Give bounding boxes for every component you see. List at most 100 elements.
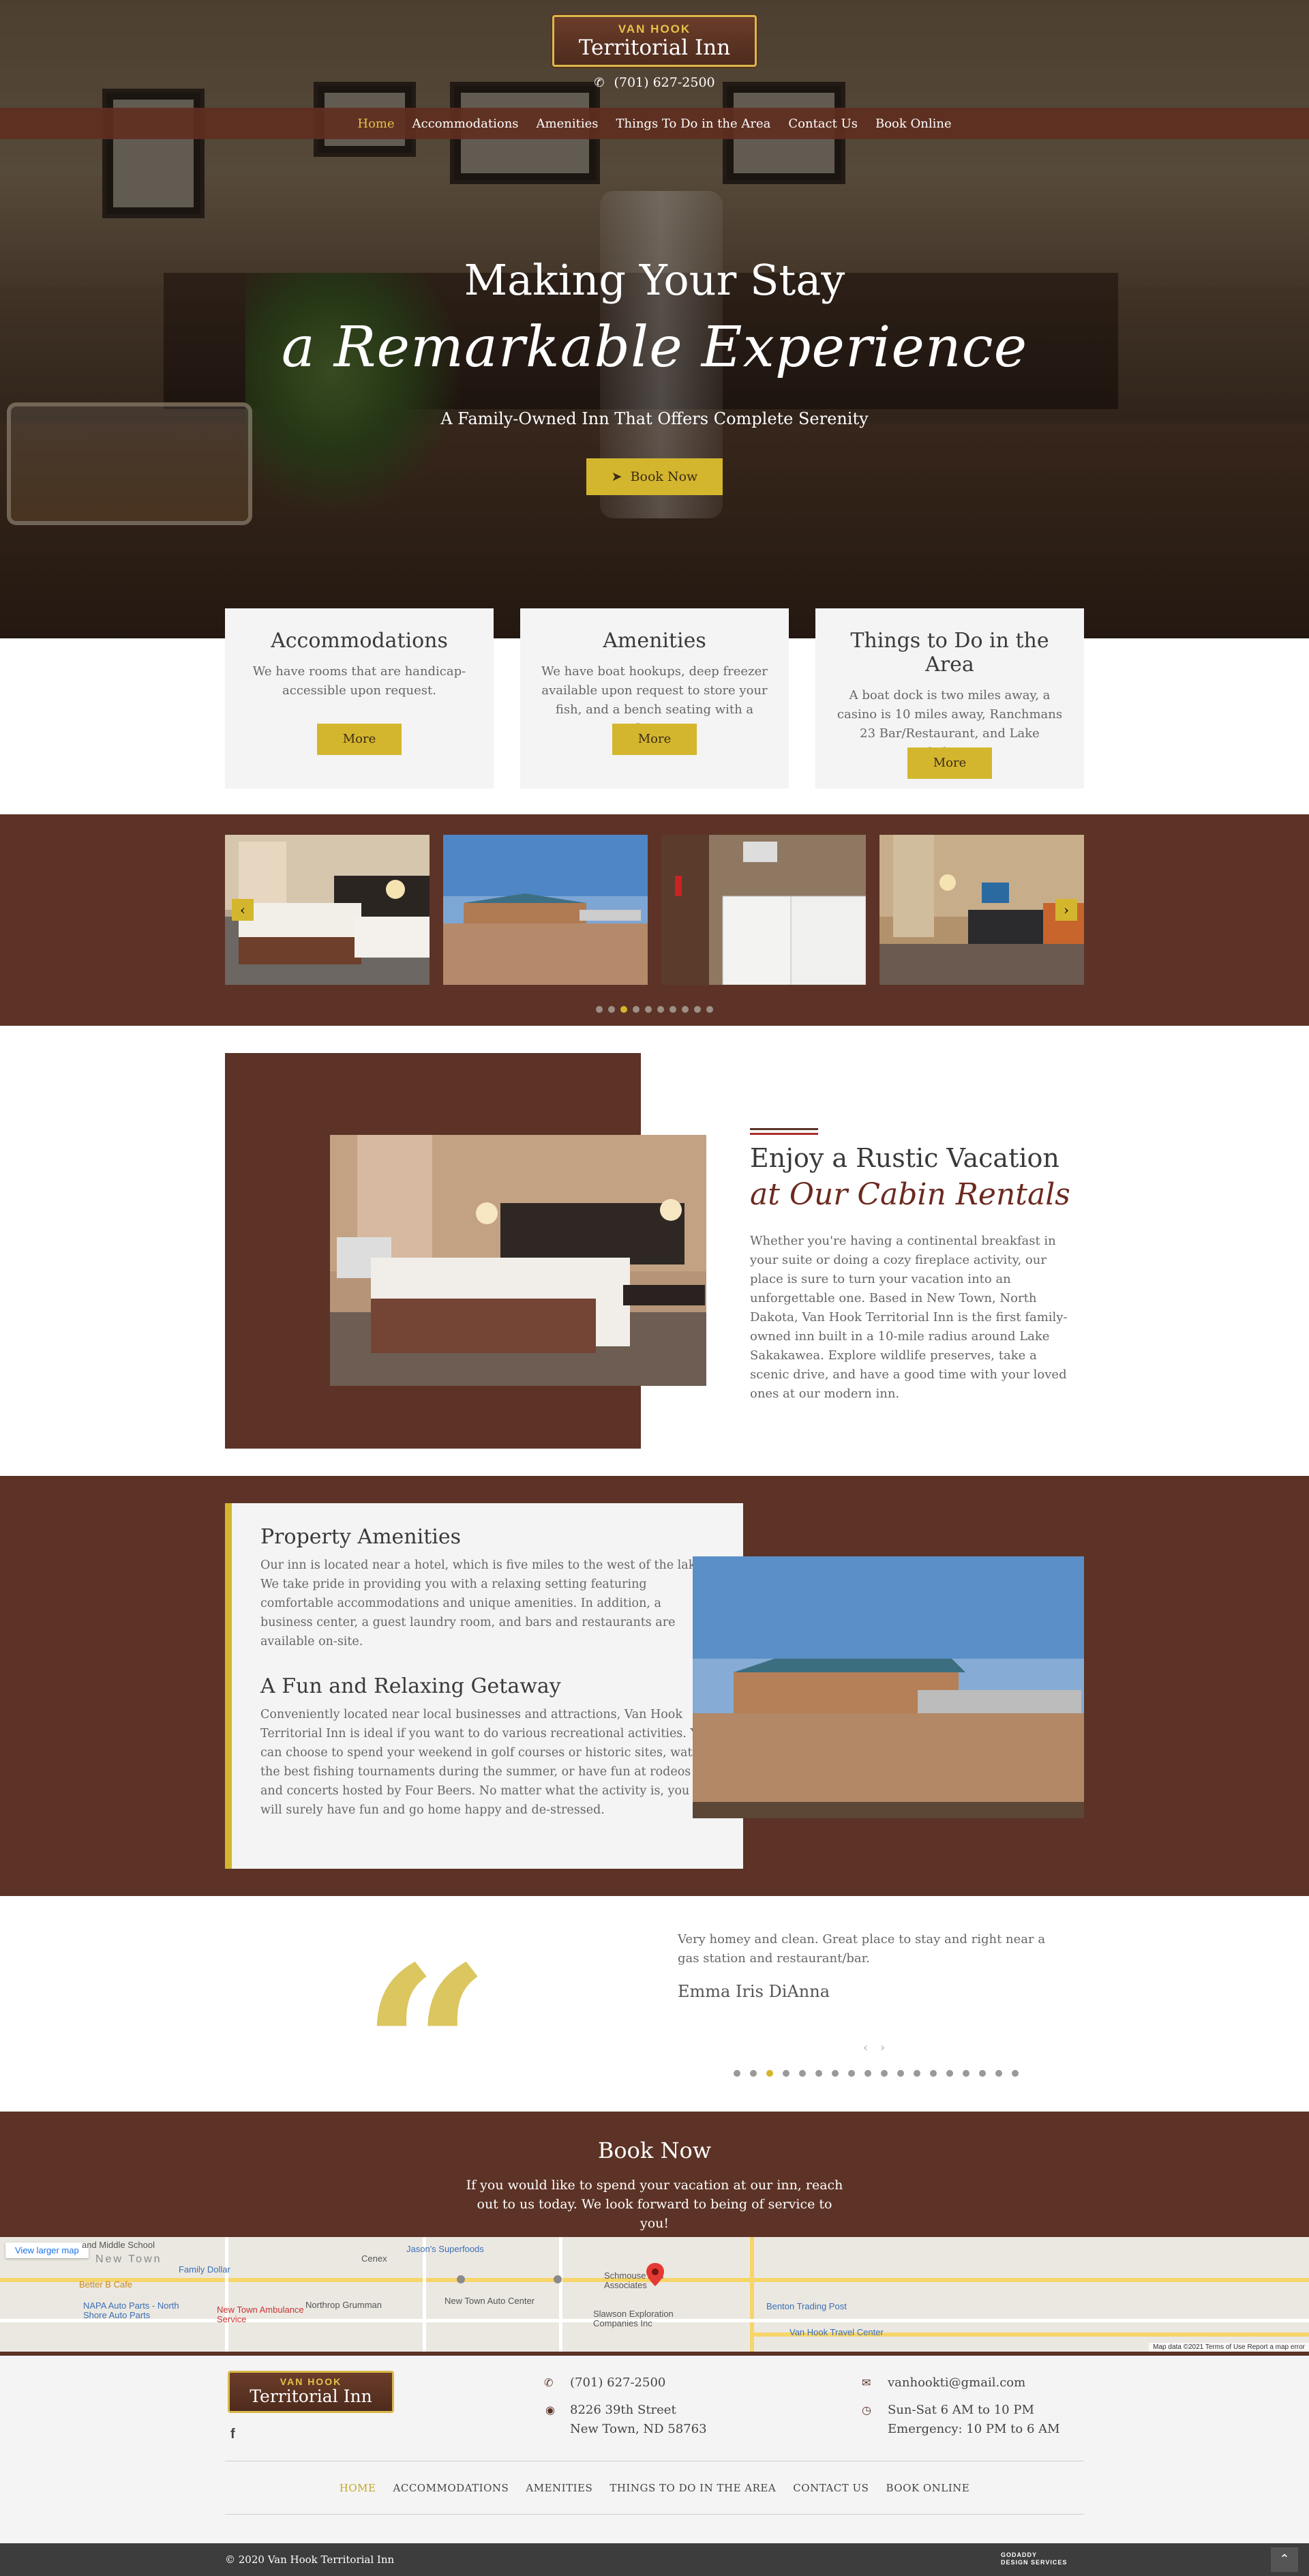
pagination-dot[interactable] [832, 2070, 839, 2077]
footer-address-line2: New Town, ND 58763 [570, 2422, 707, 2436]
card-title: Accommodations [271, 629, 448, 653]
card-more-button[interactable]: More [907, 747, 992, 779]
pagination-dot[interactable] [1012, 2070, 1019, 2077]
footer-nav-home[interactable]: HOME [340, 2482, 376, 2494]
badge-line1: GODADDY [1001, 2551, 1038, 2558]
gallery-photo-laundry[interactable] [661, 835, 866, 985]
pagination-dot[interactable] [815, 2070, 822, 2077]
map-label: Cenex [361, 2253, 387, 2264]
footer-nav-book-online[interactable]: BOOK ONLINE [886, 2482, 969, 2494]
footer-logo[interactable]: VAN HOOK Territorial Inn [228, 2371, 394, 2413]
footer-nav-contact-us[interactable]: CONTACT US [793, 2482, 869, 2494]
footer-hours-line1: Sun-Sat 6 AM to 10 PM [888, 2403, 1034, 2417]
nav-book-online[interactable]: Book Online [875, 117, 952, 131]
view-larger-map-link[interactable]: View larger map [5, 2242, 89, 2258]
nav-amenities[interactable]: Amenities [537, 117, 599, 131]
gallery-photo-bedroom[interactable] [225, 835, 430, 985]
map-label: New Town Auto Center [445, 2296, 535, 2306]
pagination-dot[interactable] [963, 2070, 969, 2077]
header-phone[interactable]: ✆ (701) 627-2500 [0, 75, 1309, 90]
phone-icon: ✆ [544, 2376, 554, 2389]
gallery-photo-exterior[interactable] [443, 835, 648, 985]
pagination-dot[interactable] [706, 1006, 713, 1013]
map-label: Jason's Superfoods [406, 2244, 484, 2254]
inn-exterior-photo [693, 1556, 1084, 1818]
map-label: Schmouse And Associates [604, 2270, 664, 2290]
pagination-dot[interactable] [881, 2070, 888, 2077]
footer-phone[interactable]: (701) 627-2500 [570, 2373, 665, 2393]
testimonial-arrows: ‹ › [859, 2041, 889, 2055]
pagination-dot[interactable] [766, 2070, 773, 2077]
map-label: Northrop Grumman [305, 2300, 382, 2310]
card-text: We have boat hookups, deep freezer avail… [541, 664, 768, 736]
gallery-photo-suite[interactable] [879, 835, 1084, 985]
enjoy-subtitle: at Our Cabin Rentals [750, 1177, 1070, 1212]
rustic-vacation-section: Enjoy a Rustic Vacation at Our Cabin Ren… [0, 1026, 1309, 1476]
testimonial-prev-button[interactable]: ‹ [863, 2041, 868, 2055]
scroll-to-top-button[interactable]: ⌃ [1271, 2547, 1298, 2572]
location-map[interactable]: View larger map and Middle School New To… [0, 2237, 1309, 2356]
card-amenities: Amenities We have boat hookups, deep fre… [520, 608, 789, 788]
footer-hours-line2: Emergency: 10 PM to 6 AM [888, 2422, 1060, 2436]
nav-contact-us[interactable]: Contact Us [788, 117, 858, 131]
pagination-dot[interactable] [995, 2070, 1002, 2077]
enjoy-title: Enjoy a Rustic Vacation [750, 1143, 1059, 1173]
pagination-dot[interactable] [864, 2070, 871, 2077]
site-footer: VAN HOOK Territorial Inn f ✆ (701) 627-2… [0, 2356, 1309, 2543]
card-accommodations: Accommodations We have rooms that are ha… [225, 608, 494, 788]
clock-icon: ◷ [862, 2403, 871, 2416]
hero-title-line1: Making Your Stay [464, 255, 845, 305]
pagination-dot[interactable] [897, 2070, 904, 2077]
pagination-dot[interactable] [979, 2070, 986, 2077]
footer-nav-amenities[interactable]: AMENITIES [526, 2482, 592, 2494]
pagination-dot[interactable] [682, 1006, 689, 1013]
pagination-dot[interactable] [946, 2070, 953, 2077]
map-attribution: Map data ©2021 Terms of Use Report a map… [1149, 2343, 1309, 2352]
pagination-dot[interactable] [669, 1006, 676, 1013]
hero-title-line2: a Remarkable Experience [281, 315, 1028, 380]
footer-divider [225, 2514, 1084, 2515]
pagination-dot[interactable] [620, 1006, 627, 1013]
header-phone-number: (701) 627-2500 [614, 75, 715, 90]
site-logo[interactable]: VAN HOOK Territorial Inn [552, 15, 757, 67]
footer-logo-main: Territorial Inn [250, 2386, 372, 2406]
footer-nav-things-to-do[interactable]: THINGS TO DO IN THE AREA [610, 2482, 776, 2494]
pagination-dot[interactable] [596, 1006, 603, 1013]
copyright-bar: © 2020 Van Hook Territorial Inn GODADDY … [0, 2543, 1309, 2576]
footer-email[interactable]: vanhookti@gmail.com [888, 2373, 1025, 2393]
map-label: Benton Trading Post [766, 2301, 847, 2311]
hero-section: VAN HOOK Territorial Inn ✆ (701) 627-2500… [0, 0, 1309, 638]
pagination-dot[interactable] [750, 2070, 757, 2077]
email-icon: ✉ [862, 2376, 871, 2389]
pagination-dot[interactable] [799, 2070, 806, 2077]
nav-accommodations[interactable]: Accommodations [412, 117, 519, 131]
facebook-icon[interactable]: f [230, 2427, 235, 2442]
gallery-next-button[interactable]: › [1055, 899, 1077, 921]
pagination-dot[interactable] [734, 2070, 740, 2077]
feature-cards: Accommodations We have rooms that are ha… [0, 608, 1309, 814]
footer-nav-accommodations[interactable]: ACCOMMODATIONS [393, 2482, 509, 2494]
pagination-dot[interactable] [645, 1006, 652, 1013]
map-location-marker[interactable] [646, 2263, 664, 2286]
badge-line2: DESIGN SERVICES [1001, 2559, 1068, 2566]
gallery-prev-button[interactable]: ‹ [232, 899, 254, 921]
pagination-dot[interactable] [657, 1006, 664, 1013]
nav-home[interactable]: Home [357, 117, 394, 131]
godaddy-badge[interactable]: GODADDY DESIGN SERVICES [1001, 2551, 1067, 2566]
pagination-dot[interactable] [914, 2070, 920, 2077]
getaway-text: Conveniently located near local business… [260, 1708, 712, 1817]
pagination-dot[interactable] [930, 2070, 937, 2077]
pagination-dot[interactable] [633, 1006, 640, 1013]
pagination-dot[interactable] [848, 2070, 855, 2077]
pagination-dot[interactable] [694, 1006, 701, 1013]
card-more-button[interactable]: More [317, 724, 402, 755]
nav-things-to-do[interactable]: Things To Do in the Area [616, 117, 770, 131]
getaway-title: A Fun and Relaxing Getaway [260, 1674, 561, 1698]
hero-book-now-button[interactable]: ➤ Book Now [586, 458, 723, 495]
card-more-button[interactable]: More [612, 724, 697, 755]
testimonial-next-button[interactable]: › [880, 2041, 885, 2055]
testimonial-quote: Very homey and clean. Great place to sta… [678, 1932, 1046, 1966]
logo-main-text: Territorial Inn [578, 35, 731, 60]
pagination-dot[interactable] [783, 2070, 789, 2077]
pagination-dot[interactable] [608, 1006, 615, 1013]
